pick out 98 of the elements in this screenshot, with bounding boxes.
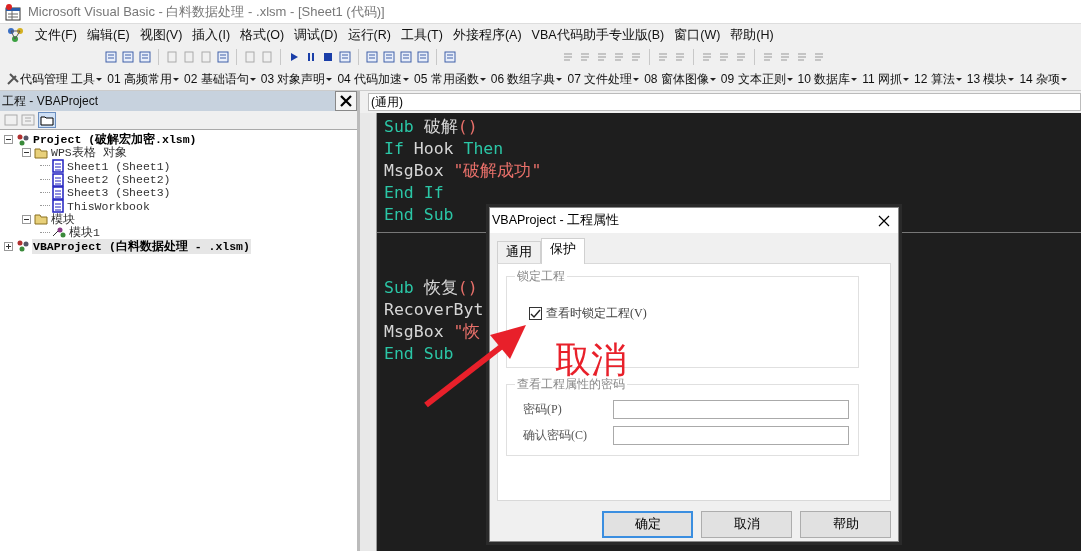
tab[interactable]: 通用 <box>497 241 541 263</box>
caret-icon <box>556 76 563 82</box>
module-icon <box>52 226 66 239</box>
caret-icon <box>403 76 410 82</box>
menu-item[interactable]: 视图(V) <box>134 26 188 44</box>
code-line: MsgBox "破解成功" <box>384 160 542 182</box>
menu-item[interactable]: 格式(O) <box>235 26 290 44</box>
dialog-title: VBAProject - 工程属性 <box>492 212 620 229</box>
caret-icon <box>903 76 909 82</box>
addin-menu[interactable]: 06 数组字典 <box>490 70 568 88</box>
project-icon <box>16 239 30 254</box>
document-icon <box>52 185 64 200</box>
folder-icon <box>34 213 48 226</box>
tree-item[interactable]: VBAProject (白料数据处理 - .xlsm) <box>32 238 251 254</box>
dialog-button[interactable]: 确定 <box>602 511 693 538</box>
view-object-icon[interactable] <box>21 113 35 127</box>
addin-menu[interactable]: 09 文本正则 <box>720 70 798 88</box>
password-field[interactable] <box>613 400 849 419</box>
code-line: Sub 恢复() <box>384 277 478 299</box>
menu-item[interactable]: 运行(R) <box>342 26 396 44</box>
code-line: Sub 破解() <box>384 116 478 138</box>
tree-item[interactable]: Sheet1 (Sheet1) <box>66 159 172 173</box>
menu-item[interactable]: 窗口(W) <box>669 26 726 44</box>
document-icon <box>52 199 64 214</box>
addin-menu[interactable]: 代码管理 工具 <box>20 70 108 88</box>
tree-item[interactable]: Sheet3 (Sheet3) <box>66 186 172 200</box>
caret-icon <box>709 76 716 82</box>
caret-icon <box>249 76 256 82</box>
close-icon[interactable] <box>878 214 890 227</box>
window-title: Microsoft Visual Basic - 白料数据处理 - .xlsm - [Sheet1 (代码)] <box>28 2 385 21</box>
tree-item[interactable]: Sheet2 (Sheet2) <box>66 173 172 187</box>
checkbox-label: 查看时锁定工程(V) <box>546 305 647 322</box>
tab[interactable]: 保护 <box>541 238 585 264</box>
caret-icon <box>1061 76 1068 82</box>
checkbox[interactable] <box>529 307 542 320</box>
addin-menu[interactable]: 05 常用函数 <box>414 70 491 88</box>
addin-menu[interactable]: 12 算法 <box>914 70 967 88</box>
addin-menu[interactable]: 14 杂项 <box>1019 70 1073 88</box>
tree-item[interactable]: 模块1 <box>68 225 101 241</box>
project-icon <box>16 132 30 147</box>
code-line: End Sub <box>384 204 454 226</box>
menu-item[interactable]: 文件(F) <box>30 26 82 44</box>
caret-icon <box>96 76 103 82</box>
group-label: 锁定工程 <box>516 268 566 285</box>
close-button[interactable] <box>335 91 357 111</box>
menu-item[interactable]: 外接程序(A) <box>447 26 527 44</box>
addin-menu[interactable]: 13 模块 <box>966 70 1020 88</box>
expander-icon[interactable] <box>4 135 14 145</box>
addin-menu[interactable]: 04 代码加速 <box>337 70 415 88</box>
addin-menu[interactable]: 02 基础语句 <box>184 70 261 88</box>
code-line: End If <box>384 182 444 204</box>
code-line: RecoverByt <box>384 299 484 321</box>
dialog-button[interactable]: 帮助 <box>800 511 891 538</box>
close-icon <box>339 94 353 108</box>
menu-item[interactable]: 编辑(E) <box>81 26 135 44</box>
document-icon <box>52 172 64 187</box>
expander-icon[interactable] <box>4 241 14 251</box>
code-line: MsgBox "恢 <box>384 321 481 343</box>
folder-icon[interactable] <box>38 112 56 128</box>
vba-logo-icon <box>6 26 26 44</box>
dialog-button[interactable]: 取消 <box>701 511 792 538</box>
addin-menu[interactable]: 10 数据库 <box>797 70 863 88</box>
field-label: 确认密码(C) <box>522 427 588 444</box>
menu-item[interactable]: 调试(D) <box>289 26 343 44</box>
tree-item[interactable]: WPS表格 对象 <box>50 145 128 161</box>
panel-title: 工程 - VBAProject <box>2 92 99 110</box>
code-line: If Hook Then <box>384 138 504 160</box>
folder-icon <box>34 146 48 159</box>
addin-menu[interactable]: 07 文件处理 <box>567 70 645 88</box>
toolbar-stop-icon[interactable] <box>321 50 335 64</box>
addin-menu[interactable]: 11 网抓 <box>862 70 914 88</box>
menu-item[interactable]: VBA代码助手专业版(B) <box>526 26 670 44</box>
caret-icon <box>851 76 858 82</box>
caret-icon <box>786 76 793 82</box>
field-label: 密码(P) <box>522 401 563 418</box>
tree-item[interactable]: 模块 <box>50 211 76 227</box>
password-field[interactable] <box>613 426 849 445</box>
caret-icon <box>173 76 180 82</box>
menu-item[interactable]: 工具(T) <box>395 26 448 44</box>
caret-icon <box>955 76 962 82</box>
caret-icon <box>479 76 486 82</box>
menu-item[interactable]: 帮助(H) <box>725 26 779 44</box>
menu-item[interactable]: 插入(I) <box>187 26 236 44</box>
caret-icon <box>633 76 640 82</box>
caret-icon <box>326 76 333 82</box>
group-label: 查看工程属性的密码 <box>516 377 626 393</box>
tools-icon <box>6 72 20 86</box>
object-dropdown[interactable]: (通用) <box>368 93 1081 111</box>
caret-icon <box>1008 76 1015 82</box>
code-line: End Sub <box>384 343 454 365</box>
expander-icon[interactable] <box>22 214 32 224</box>
addin-menu[interactable]: 03 对象声明 <box>260 70 338 88</box>
tree-item[interactable]: ThisWorkbook <box>66 199 151 213</box>
expander-icon[interactable] <box>22 148 32 158</box>
view-code-icon[interactable] <box>4 113 18 127</box>
document-icon <box>52 159 64 174</box>
addin-menu[interactable]: 01 高频常用 <box>107 70 185 88</box>
addin-menu[interactable]: 08 窗体图像 <box>644 70 721 88</box>
